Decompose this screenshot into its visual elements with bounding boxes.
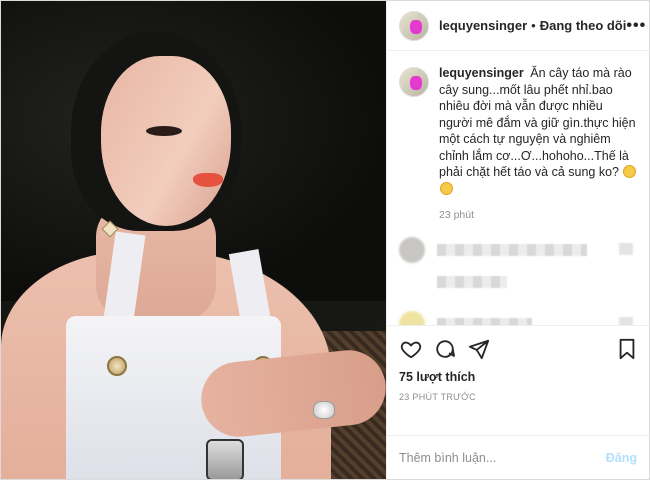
share-icon[interactable] [467, 337, 491, 361]
photo-watch [206, 439, 244, 479]
blurred-comment [399, 237, 639, 263]
more-icon[interactable]: ••• [626, 17, 646, 35]
header-username[interactable]: lequyensinger [439, 18, 527, 33]
blurred-text [437, 276, 507, 288]
comments-section[interactable]: lequyensinger Ăn cây táo mà rào cây sung… [387, 51, 649, 325]
post-photo[interactable] [1, 1, 386, 479]
blurred-text [437, 318, 532, 325]
caption-body: lequyensinger Ăn cây táo mà rào cây sung… [439, 65, 639, 197]
post-header: lequyensinger • Đang theo dõi ••• [387, 1, 649, 51]
caption-username[interactable]: lequyensinger [439, 66, 524, 80]
caption-text: Ăn cây táo mà rào cây sung...mốt lâu phế… [439, 66, 636, 179]
post-sidebar: lequyensinger • Đang theo dõi ••• lequye… [386, 1, 649, 479]
blurred-like-icon [619, 243, 633, 255]
blurred-avatar [399, 311, 425, 325]
post-timestamp[interactable]: 23 PHÚT TRƯỚC [399, 392, 639, 402]
caption-time[interactable]: 23 phút [439, 209, 639, 221]
blurred-comment [399, 269, 639, 295]
photo-face [101, 56, 231, 226]
photo-ring [313, 401, 335, 419]
tongue-emoji-icon [623, 165, 637, 178]
laughing-emoji-icon [440, 181, 453, 195]
post-actions: 75 lượt thích 23 PHÚT TRƯỚC [387, 325, 649, 435]
blurred-like-icon [619, 317, 633, 325]
following-button[interactable]: Đang theo dõi [540, 18, 627, 33]
caption: lequyensinger Ăn cây táo mà rào cây sung… [399, 65, 639, 197]
add-comment-bar: Đăng [387, 435, 649, 479]
action-icons [399, 334, 639, 364]
blurred-avatar [399, 237, 425, 263]
instagram-post: lequyensinger • Đang theo dõi ••• lequye… [0, 0, 650, 480]
heart-icon[interactable] [399, 337, 423, 361]
photo-eye [146, 126, 182, 136]
avatar[interactable] [399, 10, 429, 41]
comment-icon[interactable] [433, 337, 457, 361]
header-separator: • [531, 18, 536, 33]
blurred-comment [399, 311, 639, 325]
like-count[interactable]: 75 lượt thích [399, 370, 639, 384]
caption-avatar[interactable] [399, 67, 429, 97]
post-comment-button[interactable]: Đăng [606, 451, 637, 465]
blurred-text [437, 244, 587, 256]
photo-lips [193, 173, 223, 187]
bookmark-icon[interactable] [615, 337, 639, 361]
comment-input[interactable] [399, 450, 606, 465]
photo-dress-button [107, 356, 127, 376]
